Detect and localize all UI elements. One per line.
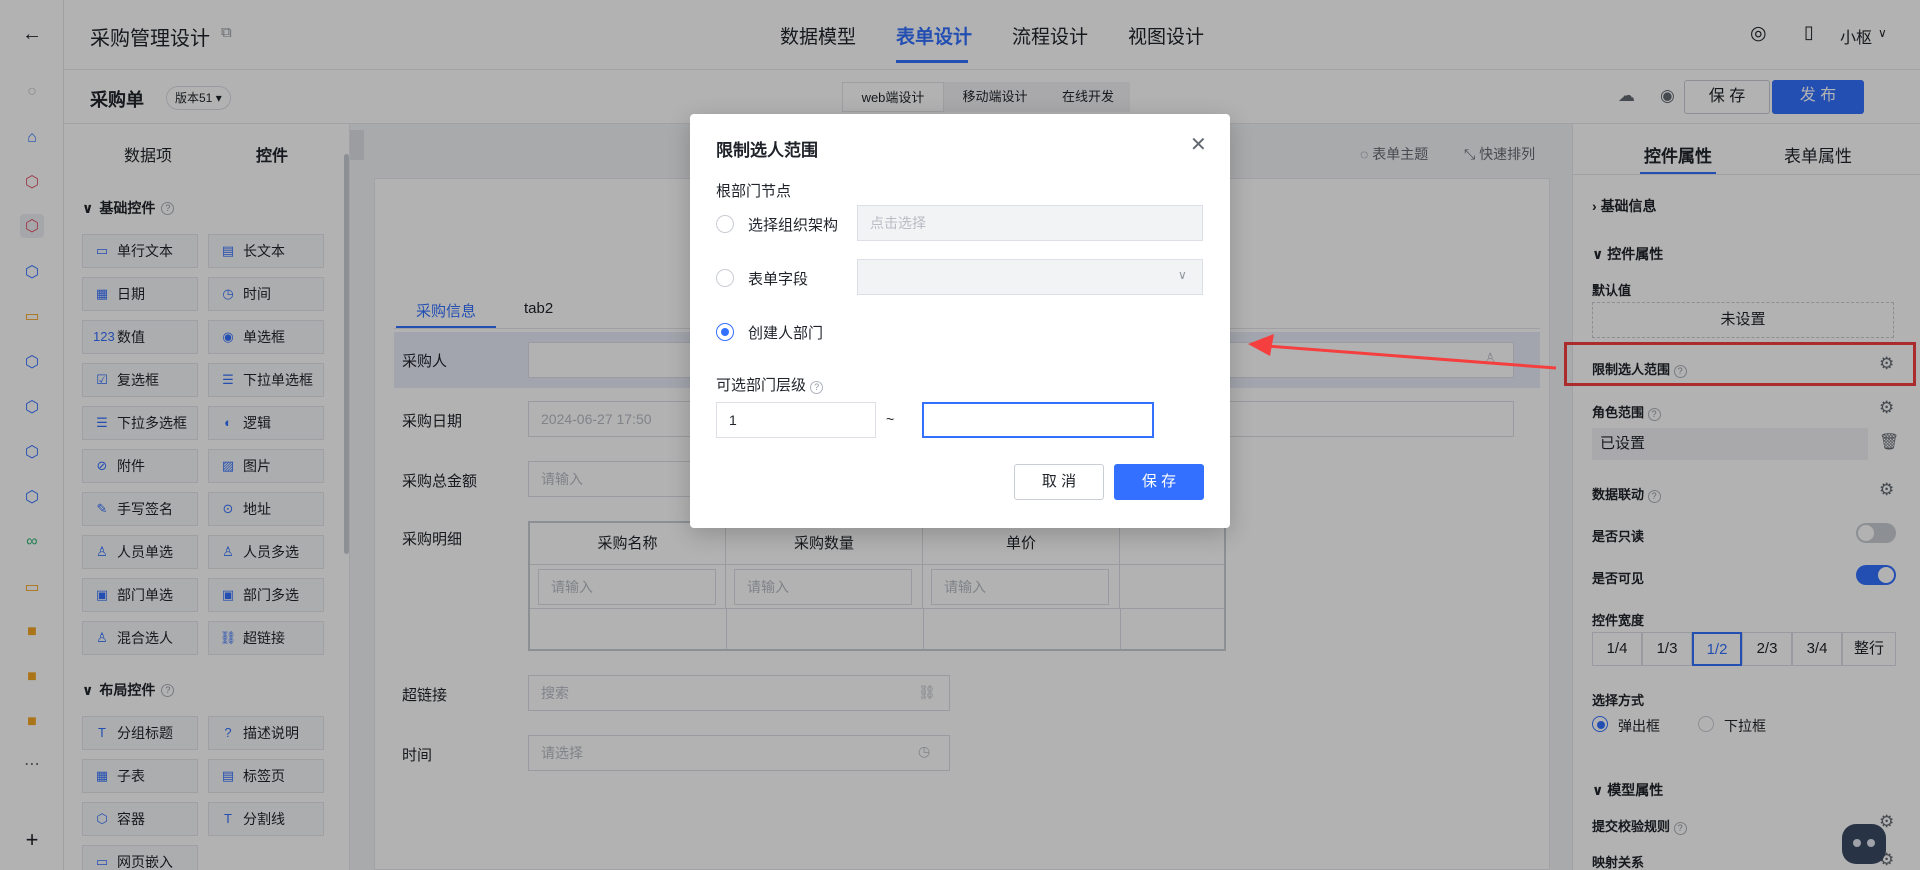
level-label-text: 可选部门层级 [716, 377, 807, 394]
close-icon[interactable]: ✕ [1190, 132, 1207, 157]
form-field-select[interactable]: ∨ [857, 259, 1203, 295]
radio-form-field-label[interactable]: 表单字段 [748, 268, 808, 289]
level-separator: ~ [886, 411, 895, 427]
radio-creator-dept[interactable] [716, 323, 734, 341]
radio-form-field[interactable] [716, 269, 734, 287]
dialog-title: 限制选人范围 [716, 141, 818, 160]
level-to-input[interactable] [922, 402, 1154, 438]
level-from-input[interactable]: 1 [716, 402, 876, 438]
radio-org-structure[interactable] [716, 215, 734, 233]
chevron-down-icon: ∨ [1178, 268, 1187, 282]
root-dept-label: 根部门节点 [716, 183, 792, 200]
radio-org-structure-label[interactable]: 选择组织架构 [748, 214, 838, 235]
org-select-input[interactable]: 点击选择 [857, 205, 1203, 241]
help-icon[interactable]: ? [810, 381, 824, 394]
annotation-arrow [1248, 334, 1557, 370]
level-label: 可选部门层级 ? [716, 374, 824, 395]
radio-creator-dept-label[interactable]: 创建人部门 [748, 322, 823, 343]
limit-range-dialog: 限制选人范围 ✕ 根部门节点 选择组织架构 点击选择 表单字段 ∨ 创建人部门 … [690, 114, 1230, 528]
dialog-save-button[interactable]: 保 存 [1114, 464, 1204, 500]
cancel-button[interactable]: 取 消 [1014, 464, 1104, 500]
